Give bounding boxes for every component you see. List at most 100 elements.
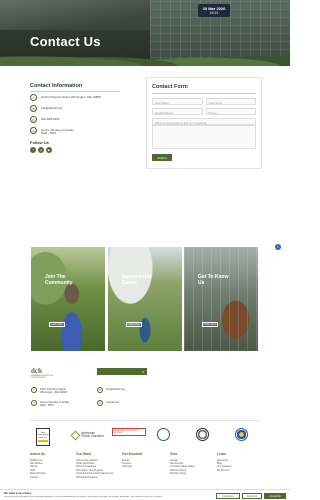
card-title: Support Our Cause — [122, 274, 151, 286]
phone-link[interactable]: 302-658-6262 — [41, 116, 60, 121]
newsletter-signup-button[interactable]: ➔ — [97, 368, 147, 375]
apg-mark-icon — [70, 430, 81, 440]
logo-mark: dch — [31, 367, 42, 375]
email-row: ✉ info@dcbotf.org — [30, 105, 62, 112]
hours-line2: 9AM - 5PM — [41, 131, 57, 136]
footer-col-about: About Us DirdDcirvce Our Mission History… — [30, 452, 46, 479]
delaware-nonprofit-logo[interactable]: DELAWARE NONPROFIT CENTER — [112, 428, 146, 436]
footer-link[interactable]: Volunteer — [122, 465, 142, 468]
instagram-icon[interactable]: ◎ — [38, 147, 44, 153]
footer-hours-line2: 9AM - 5PM — [40, 404, 54, 408]
contact-form-heading: Contact Form — [152, 84, 188, 90]
footer-col-give: Give Donate Membership Corporate Partner… — [170, 452, 195, 476]
divider — [152, 93, 256, 94]
col-heading: Give — [170, 452, 178, 456]
american-public-gardens-logo[interactable]: American Public Gardens — [69, 428, 107, 442]
footer-contact-row: ☰ Contact Us — [97, 400, 119, 406]
hours-row: ◷ Hours: Monday to Friday 9AM - 5PM — [30, 127, 74, 136]
divider — [30, 420, 260, 421]
question-textarea[interactable] — [152, 125, 256, 149]
datetime-badge: 30 Mar 2026 19:21 — [198, 4, 230, 17]
submit-button[interactable]: Submit — [152, 154, 172, 161]
dch-logo[interactable]: dch DELAWARE CENTER FOR HORTICULTURE — [31, 367, 55, 380]
card-title-line2: Us — [198, 279, 205, 286]
cookie-accept-button[interactable]: Accept All — [264, 493, 286, 499]
partner-seal-dark[interactable] — [196, 428, 209, 441]
footer-address-row: ⌖ 1010 N Dupont Street Wilmington, DE 19… — [31, 387, 80, 395]
contact-form: Contact Form First Name Last Name Email … — [146, 77, 262, 169]
social-links: f ◎ ▶ — [30, 147, 52, 153]
time-text: 19:21 — [209, 10, 219, 15]
card-learn-more-button[interactable]: Learn More — [49, 322, 65, 327]
follow-us-label: Follow Us — [30, 140, 49, 145]
footer-link[interactable]: Careers — [30, 476, 46, 479]
card-get-to-know-us[interactable]: Get To Know Us Learn More — [184, 247, 258, 351]
col-heading: About Us — [30, 452, 46, 456]
email-link[interactable]: info@dcbotf.org — [41, 105, 62, 110]
email-field[interactable]: Email Address — [152, 108, 203, 115]
location-icon: ⌖ — [31, 387, 37, 393]
youtube-icon[interactable]: ▶ — [46, 147, 52, 153]
page-title: Contact Us — [30, 34, 101, 49]
card-title-line2: Cause — [122, 279, 138, 286]
footer-hours-row: ◷ Hours: Monday to Friday 9AM - 5PM — [31, 400, 69, 408]
footer-link[interactable]: Workshop Programs — [76, 476, 113, 479]
address-row: ⌖ 1010 N Dupont Street Wilmington, DE 19… — [30, 94, 101, 101]
apg-line2: Public Gardens — [81, 434, 104, 438]
cookie-text: We use cookies to enhance your browsing … — [4, 495, 163, 498]
cookie-banner: We value your privacy We use cookies to … — [0, 489, 290, 500]
card-learn-more-button[interactable]: Learn More — [202, 322, 218, 327]
cookie-reject-button[interactable]: Reject All — [242, 493, 262, 499]
partner-seal-green[interactable] — [157, 428, 170, 441]
phone-icon: ☏ — [30, 116, 37, 123]
col-heading: Our Work — [76, 452, 92, 456]
facebook-icon[interactable]: f — [30, 147, 36, 153]
partner-seal-blue[interactable] — [235, 428, 248, 441]
address-text[interactable]: 1010 N Dupont Street Wilmington, DE 1980… — [41, 94, 101, 99]
date-text: 30 Mar 2026 — [202, 5, 226, 11]
footer-email-row: ✉ info@dcbotf.org — [97, 387, 125, 393]
clock-icon: ◷ — [30, 127, 37, 134]
contact-info-section: Contact Information — [30, 83, 130, 92]
footer-hours: Hours: Monday to Friday 9AM - 5PM — [40, 400, 69, 408]
email-icon: ✉ — [97, 387, 103, 393]
phone-field[interactable]: Phone — [205, 108, 256, 115]
footer-contact-link[interactable]: Contact Us — [106, 400, 119, 404]
question-label-field[interactable]: What would you like to ask us? (required… — [152, 118, 256, 125]
arrow-right-icon: ➔ — [141, 369, 144, 374]
col-heading: Get Involved — [122, 452, 143, 456]
card-support-cause[interactable]: Support Our Cause Learn More — [108, 247, 182, 351]
footer-col-learn: Learn Resources Blog The Gardener My Acc… — [217, 452, 232, 472]
hours-text: Hours: Monday to Friday 9AM - 5PM — [41, 127, 74, 136]
clock-icon: ◷ — [31, 400, 37, 406]
contact-info-heading: Contact Information — [30, 83, 83, 89]
phone-row: ☏ 302-658-6262 — [30, 116, 60, 123]
divider — [30, 91, 120, 92]
chat-icon[interactable]: ✦ — [275, 244, 281, 250]
badge-bar — [38, 440, 48, 443]
footer-email[interactable]: info@dcbotf.org — [106, 387, 125, 391]
footer-link[interactable]: My Account — [217, 469, 232, 472]
cookie-customize-button[interactable]: Customize — [216, 493, 240, 499]
footer-col-our-work: Our Work Community Gardens Urban Agricul… — [76, 452, 113, 479]
last-name-field[interactable]: Last Name — [205, 98, 256, 105]
card-learn-more-button[interactable]: Learn More — [126, 322, 142, 327]
badge-text: Best Nonprofits to Work For — [37, 431, 49, 439]
col-heading: Learn — [217, 452, 227, 456]
card-title-line2: Community — [45, 279, 73, 286]
chat-bubble-icon: ☰ — [97, 400, 103, 406]
best-nonprofits-badge[interactable]: Best Nonprofits to Work For — [36, 428, 50, 446]
card-title: Join The Community — [45, 274, 73, 286]
location-icon: ⌖ — [30, 94, 37, 101]
card-join-community[interactable]: Join The Community Learn More — [31, 247, 105, 351]
footer-link[interactable]: Monthly Giving — [170, 472, 195, 475]
hero-banner: Contact Us — [0, 0, 290, 66]
footer-address: 1010 N Dupont Street Wilmington, DE 1980… — [40, 388, 67, 395]
first-name-field[interactable]: First Name — [152, 98, 203, 105]
card-title: Get To Know Us — [198, 274, 228, 286]
logo-subtitle: DELAWARE CENTER FOR HORTICULTURE — [31, 375, 54, 380]
hero-roof-image — [0, 0, 160, 30]
apg-text: American Public Gardens — [81, 431, 104, 439]
email-icon: ✉ — [30, 105, 37, 112]
footer-col-get-involved: Get Involved Events Courses Volunteer — [122, 452, 142, 469]
